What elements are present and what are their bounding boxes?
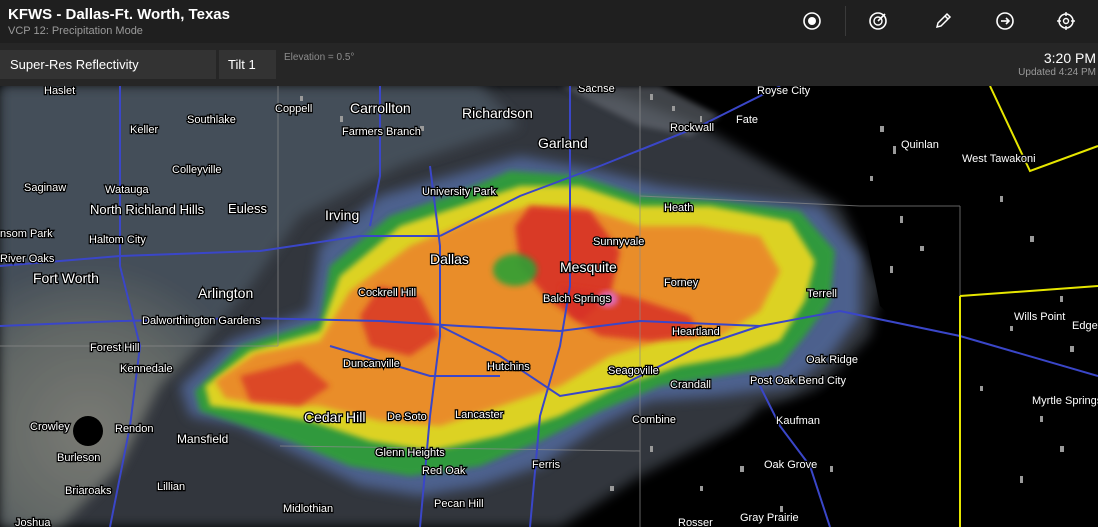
city-label: Arlington — [198, 285, 253, 301]
city-label: Heartland — [672, 326, 720, 338]
city-label: Mesquite — [560, 259, 617, 275]
city-label: Keller — [130, 124, 158, 136]
city-label: Lillian — [157, 481, 185, 493]
city-label: Cockrell Hill — [358, 287, 416, 299]
city-label: Euless — [228, 201, 268, 216]
scan-mode-subtitle: VCP 12: Precipitation Mode — [8, 25, 143, 37]
locate-button[interactable] — [1053, 8, 1079, 34]
city-label: Hutchins — [487, 361, 530, 373]
city-label: Farmers Branch — [342, 126, 421, 138]
city-label: North Richland Hills — [90, 202, 205, 217]
city-label: Rosser — [678, 517, 713, 527]
city-label: Cedar Hill — [304, 409, 365, 425]
city-label: Crowley — [30, 421, 70, 433]
radar-site-marker — [73, 416, 103, 446]
city-label: Mansfield — [177, 432, 228, 446]
city-label: Combine — [632, 414, 676, 426]
city-label: Burleson — [57, 452, 100, 464]
city-label: Oak Grove — [764, 459, 817, 471]
scan-time: 3:20 PM — [1043, 50, 1096, 66]
city-label: Colleyville — [172, 164, 222, 176]
city-label: Joshua — [15, 517, 51, 527]
city-label: De Soto — [387, 411, 427, 423]
city-label: Fate — [736, 114, 758, 126]
crosshair-icon — [1057, 12, 1075, 30]
radar-site-title: KFWS - Dallas-Ft. Worth, Texas — [8, 6, 230, 23]
city-label: Dallas — [430, 251, 469, 267]
elevation-label: Elevation = 0.5° — [284, 52, 355, 63]
city-label: Red Oak — [422, 465, 466, 477]
control-bar: Super-Res Reflectivity Tilt 1 Elevation … — [0, 43, 1098, 86]
city-label: Sachse — [578, 86, 615, 95]
city-label: Rendon — [115, 423, 154, 435]
city-label: Carrollton — [350, 100, 411, 116]
city-label: Dalworthington Gardens — [142, 315, 261, 327]
circle-arrow-icon — [996, 12, 1014, 30]
product-selector[interactable]: Super-Res Reflectivity — [0, 50, 216, 79]
city-label: Watauga — [105, 184, 150, 196]
city-label: Rockwall — [670, 122, 714, 134]
radar-sweep-icon — [869, 12, 887, 30]
city-label: Balch Springs — [543, 293, 611, 305]
city-label: Quinlan — [901, 139, 939, 151]
city-label: Haltom City — [89, 234, 146, 246]
draw-button[interactable] — [930, 8, 956, 34]
city-label: Ferris — [532, 459, 561, 471]
pencil-icon — [935, 12, 952, 29]
rotate-button[interactable] — [992, 8, 1018, 34]
city-label: River Oaks — [0, 253, 55, 265]
city-label: Briaroaks — [65, 485, 112, 497]
top-bar: KFWS - Dallas-Ft. Worth, Texas VCP 12: P… — [0, 0, 1098, 43]
city-label: University Park — [422, 186, 496, 198]
record-button[interactable] — [799, 8, 825, 34]
city-label: Post Oak Bend City — [750, 375, 846, 387]
city-label: Richardson — [462, 105, 533, 121]
updated-time: Updated 4:24 PM — [1018, 67, 1096, 78]
city-label: nsom Park — [0, 228, 53, 240]
city-label: Duncanville — [343, 358, 400, 370]
city-label: Myrtle Springs — [1032, 395, 1098, 407]
city-label: Irving — [325, 207, 359, 223]
city-label: Haslet — [44, 86, 75, 97]
city-label: Southlake — [187, 114, 236, 126]
city-label: Forest Hill — [90, 342, 140, 354]
city-label: West Tawakoni — [962, 153, 1036, 165]
city-label: Kaufman — [776, 415, 820, 427]
radar-map-canvas[interactable]: Haslet Coppell Carrollton Richardson Sac… — [0, 86, 1098, 527]
city-label: Terrell — [807, 288, 837, 300]
toolbar-divider — [845, 6, 846, 36]
radar-sweep-button[interactable] — [865, 8, 891, 34]
city-label: Crandall — [670, 379, 711, 391]
city-label: Oak Ridge — [806, 354, 858, 366]
radar-map[interactable]: Haslet Coppell Carrollton Richardson Sac… — [0, 86, 1098, 527]
city-label: Saginaw — [24, 182, 66, 194]
city-label: Lancaster — [455, 409, 504, 421]
city-label: Heath — [664, 202, 693, 214]
city-label: Garland — [538, 135, 588, 151]
record-icon — [803, 12, 821, 30]
city-label: Forney — [664, 277, 699, 289]
city-label: Pecan Hill — [434, 498, 484, 510]
city-label: Seagoville — [608, 365, 659, 377]
city-label: Gray Prairie — [740, 512, 799, 524]
city-label: Midlothian — [283, 503, 333, 515]
city-label: Wills Point — [1014, 311, 1065, 323]
city-label: Kennedale — [120, 363, 173, 375]
city-label: Glenn Heights — [375, 447, 445, 459]
tilt-selector[interactable]: Tilt 1 — [219, 50, 276, 79]
city-label: Coppell — [275, 103, 312, 115]
city-label: Royse City — [757, 86, 811, 97]
city-label: Edgev — [1072, 320, 1098, 332]
city-label: Sunnyvale — [593, 236, 644, 248]
city-label: Fort Worth — [33, 270, 99, 286]
